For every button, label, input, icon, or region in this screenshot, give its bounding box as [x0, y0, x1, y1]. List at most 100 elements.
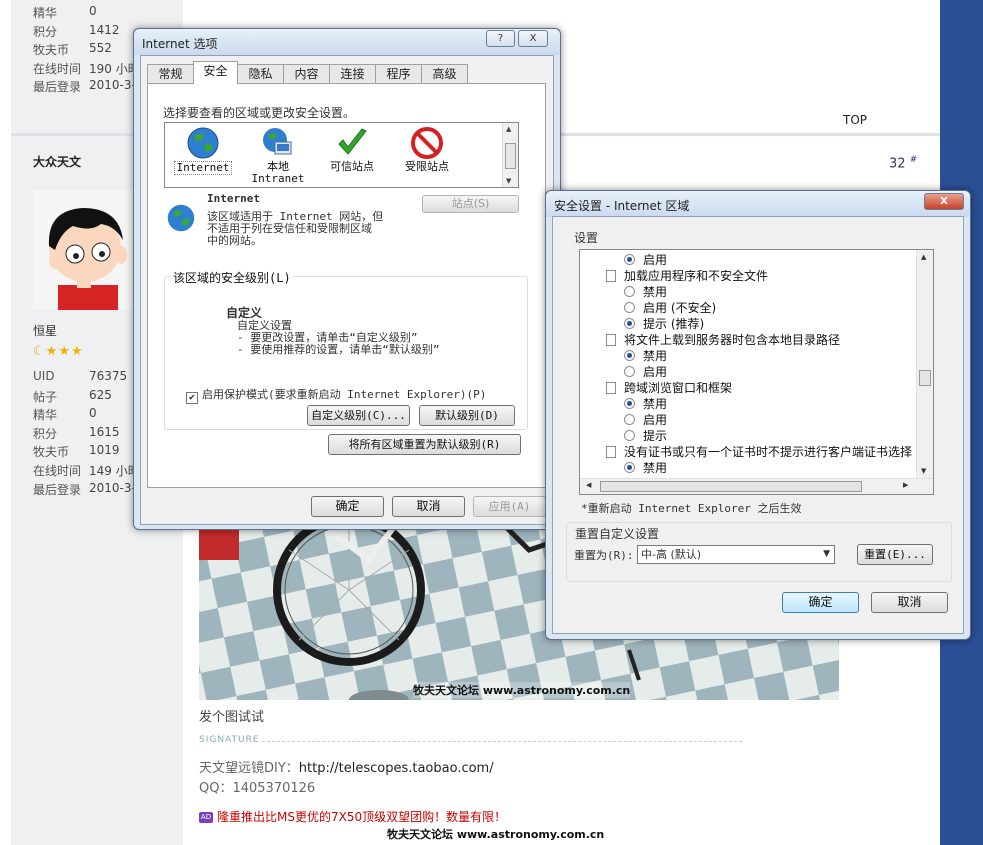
setting-radio-option[interactable]: 提示 (推荐) [624, 315, 704, 331]
setting-radio-option[interactable]: 启用 [624, 363, 667, 379]
scroll-up-icon[interactable]: ▲ [921, 253, 926, 261]
setting-page-icon [606, 446, 616, 458]
radio-button[interactable] [624, 302, 635, 313]
chevron-down-icon[interactable]: ▼ [823, 546, 830, 563]
tab-0[interactable]: 常规 [147, 64, 194, 83]
protected-mode-checkbox[interactable]: ✔ 启用保护模式(要求重新启动 Internet Explorer)(P) [186, 386, 486, 404]
setting-radio-option[interactable]: 启用 (不安全) [624, 299, 716, 315]
top-link[interactable]: TOP [843, 113, 867, 127]
checkbox-checked-icon[interactable]: ✔ [186, 392, 198, 404]
scroll-left-icon[interactable]: ◀ [586, 481, 591, 489]
settings-hscroll[interactable]: ◀ ▶ [580, 478, 933, 494]
setting-page-icon [606, 334, 616, 346]
reset-all-zones-button[interactable]: 将所有区域重置为默认级别(R) [328, 434, 521, 455]
zone-trusted-label: 可信站点 [330, 160, 374, 173]
floor-mark: # [909, 155, 918, 165]
default-level-button[interactable]: 默认级别(D) [419, 405, 515, 426]
stat-value: 0 [89, 406, 97, 421]
signature-label: SIGNATURE [199, 735, 260, 745]
globe-icon [186, 126, 220, 160]
ad-text[interactable]: 隆重推出比MS更优的7X50顶级双望团购！数量有限！ [217, 810, 506, 824]
star-icon: ★ [58, 344, 71, 359]
stat-value: 552 [89, 41, 112, 56]
scroll-right-icon[interactable]: ▶ [903, 481, 908, 489]
zone-list[interactable]: Internet 本地 Intranet 可信站点 受限站点 ▲ ▼ [164, 122, 519, 188]
zone-internet[interactable]: Internet [168, 123, 238, 175]
stat-key: 牧夫币 [33, 43, 70, 58]
setting-radio-option[interactable]: 禁用 [624, 459, 667, 475]
setting-heading-text: 加载应用程序和不安全文件 [624, 269, 769, 283]
tab-3[interactable]: 内容 [283, 64, 330, 83]
tab-1[interactable]: 安全 [193, 61, 238, 84]
zone-description: 该区域适用于 Internet 网站，但 不适用于列在受信任和受限制区域 中的网… [207, 211, 383, 247]
settings-vscroll[interactable]: ▲ ▼ [916, 250, 933, 478]
stat-key: 最后登录 [33, 80, 82, 95]
stat-key: 牧夫币 [33, 445, 70, 460]
scroll-thumb[interactable] [919, 370, 931, 386]
scroll-thumb[interactable] [505, 143, 516, 169]
tab-5[interactable]: 程序 [375, 64, 422, 83]
radio-button[interactable] [624, 350, 635, 361]
ok-button[interactable]: 确定 [782, 592, 859, 613]
stat-key: 在线时间 [33, 464, 82, 478]
radio-label: 禁用 [643, 461, 668, 475]
floor-number-value: 32 [889, 156, 906, 172]
hscroll-thumb[interactable] [600, 481, 862, 492]
radio-button[interactable] [624, 366, 635, 377]
custom-level-button[interactable]: 自定义级别(C)... [307, 405, 410, 426]
radio-label: 禁用 [643, 285, 668, 299]
settings-tree[interactable]: 启用 加载应用程序和不安全文件 禁用 启用 (不安全) 提示 (推荐) 将文件上载到服务器… [579, 249, 934, 495]
setting-radio-option[interactable]: 禁用 [624, 395, 667, 411]
close-button[interactable]: X [518, 30, 548, 47]
scroll-up-icon[interactable]: ▲ [506, 125, 511, 133]
ad-link[interactable]: AD 隆重推出比MS更优的7X50顶级双望团购！数量有限！ [199, 808, 506, 825]
zone-trusted[interactable]: 可信站点 [317, 123, 387, 173]
radio-button[interactable] [624, 462, 635, 473]
help-button[interactable]: ? [486, 30, 515, 47]
setting-radio-option[interactable]: 启用 [624, 251, 667, 267]
radio-button[interactable] [624, 398, 635, 409]
zone-restricted[interactable]: 受限站点 [392, 123, 462, 173]
zone-title: Internet [207, 192, 260, 205]
tab-2[interactable]: 隐私 [237, 64, 284, 83]
radio-button[interactable] [624, 254, 635, 265]
radio-button[interactable] [624, 430, 635, 441]
zone-intranet[interactable]: 本地 Intranet [243, 123, 313, 185]
sig-link[interactable]: http://telescopes.taobao.com/ [299, 761, 494, 776]
scroll-down-icon[interactable]: ▼ [921, 467, 926, 475]
stat-value: 1019 [89, 443, 120, 458]
user2-name[interactable]: 大众天文 [33, 153, 81, 170]
stat-value: 2010-3- [89, 78, 136, 93]
radio-button[interactable] [624, 286, 635, 297]
apply-button[interactable]: 应用(A) [473, 496, 546, 517]
setting-radio-option[interactable]: 启用 [624, 411, 667, 427]
setting-radio-option[interactable]: 提示 [624, 427, 667, 443]
ok-button[interactable]: 确定 [311, 496, 384, 517]
tab-4[interactable]: 连接 [329, 64, 376, 83]
scroll-down-icon[interactable]: ▼ [506, 177, 511, 185]
stat-key: 在线时间 [33, 61, 82, 76]
reset-level-select[interactable]: 中-高 (默认) ▼ [637, 545, 835, 564]
close-button[interactable]: X [924, 193, 964, 210]
avatar[interactable] [33, 190, 134, 310]
radio-button[interactable] [624, 414, 635, 425]
setting-radio-option[interactable]: 禁用 [624, 347, 667, 363]
reset-button[interactable]: 重置(E)... [857, 544, 933, 565]
post-text: 发个图试试 [199, 710, 265, 725]
radio-label: 启用 [643, 365, 668, 379]
zone-internet-label: Internet [173, 161, 233, 175]
stat-value: 625 [89, 387, 112, 402]
cancel-button[interactable]: 取消 [392, 496, 465, 517]
tab-6[interactable]: 高级 [421, 64, 468, 83]
cancel-button[interactable]: 取消 [871, 592, 948, 613]
floor-number[interactable]: 32 # [889, 155, 917, 171]
zone-list-scrollbar[interactable]: ▲ ▼ [502, 123, 518, 187]
setting-group-heading: 没有证书或只有一个证书时不提示进行客户端证书选择 [606, 443, 912, 459]
radio-button[interactable] [624, 318, 635, 329]
stat-key: 积分 [33, 24, 58, 39]
ad-icon: AD [199, 812, 213, 823]
stat-value: 0 [89, 4, 97, 18]
custom-level-description: 自定义设置 - 要更改设置，请单击“自定义级别” - 要使用推荐的设置，请单击“… [237, 320, 440, 356]
setting-radio-option[interactable]: 禁用 [624, 283, 667, 299]
sites-button[interactable]: 站点(S) [422, 195, 519, 213]
